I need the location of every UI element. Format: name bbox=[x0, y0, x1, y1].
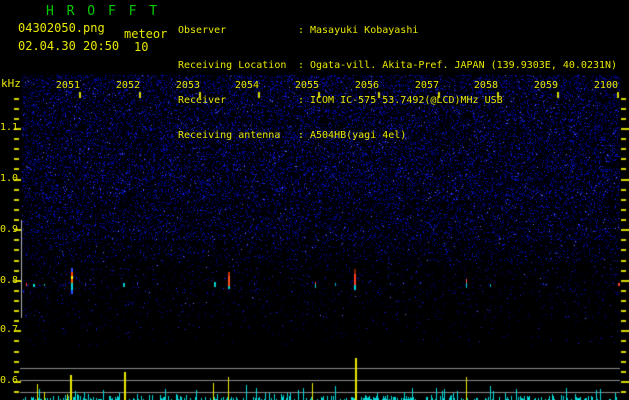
freq-tick-label: 0.7 bbox=[0, 324, 19, 335]
info-colon: : bbox=[298, 130, 305, 141]
time-tick-label: 2053 bbox=[175, 80, 200, 91]
info-colon: : bbox=[298, 95, 305, 106]
interval-value: 10 bbox=[134, 40, 149, 54]
time-tick-label: 2055 bbox=[294, 80, 319, 91]
info-row-location: Receiving Location: Ogata-vill. Akita-Pre… bbox=[178, 59, 628, 72]
info-label: Receiver bbox=[178, 95, 227, 106]
info-value: Masayuki Kobayashi bbox=[310, 25, 419, 36]
info-row-observer: Observer: Masayuki Kobayashi bbox=[178, 24, 628, 37]
freq-tick-label: 1.1 bbox=[0, 122, 19, 133]
info-value: ICOM IC-575 53.7492(@LCD)MHz USB bbox=[310, 95, 503, 106]
time-tick-label: 2056 bbox=[354, 80, 379, 91]
datetime-label: 02.04.30 20:50 bbox=[18, 39, 120, 53]
info-value: Ogata-vill. Akita-Pref. JAPAN (139.9303E… bbox=[310, 60, 618, 71]
time-tick-label: 2057 bbox=[414, 80, 439, 91]
info-colon: : bbox=[298, 25, 305, 36]
time-tick-label: 2054 bbox=[234, 80, 259, 91]
freq-unit-label: kHz bbox=[1, 77, 21, 90]
time-tick-label: 2052 bbox=[115, 80, 140, 91]
mode-label: meteor bbox=[124, 27, 168, 41]
time-tick-label: 2059 bbox=[533, 80, 558, 91]
hrofft-output-screen: H R O F F T 04302050.png meteor 02.04.30… bbox=[0, 0, 629, 400]
info-value: A504HB(yagi 4el) bbox=[310, 130, 407, 141]
info-label: Observer bbox=[178, 25, 227, 36]
time-tick-label: 2058 bbox=[473, 80, 498, 91]
time-tick-label: 2100 bbox=[593, 80, 618, 91]
info-colon: : bbox=[298, 60, 305, 71]
output-filename: 04302050.png bbox=[18, 21, 105, 35]
freq-tick-label: 0.8 bbox=[0, 275, 19, 286]
info-label: Receiving antenna bbox=[178, 130, 281, 141]
time-tick-label: 2051 bbox=[55, 80, 80, 91]
freq-tick-label: 1.0 bbox=[0, 173, 19, 184]
app-title: H R O F F T bbox=[46, 4, 160, 19]
freq-tick-label: 0.9 bbox=[0, 224, 19, 235]
info-label: Receiving Location bbox=[178, 60, 287, 71]
freq-tick-label: 0.6 bbox=[0, 375, 19, 386]
info-row-antenna: Receiving antenna: A504HB(yagi 4el) bbox=[178, 129, 628, 142]
info-row-receiver: Receiver: ICOM IC-575 53.7492(@LCD)MHz US… bbox=[178, 94, 628, 107]
